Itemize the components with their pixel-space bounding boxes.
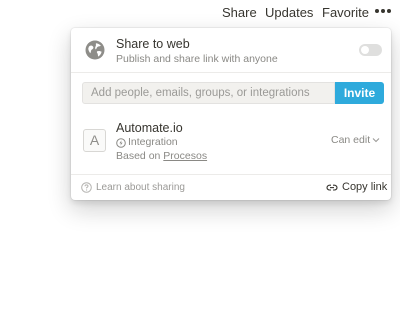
member-role-select[interactable]: Can edit: [331, 134, 370, 146]
favorite-button[interactable]: Favorite: [322, 5, 369, 20]
top-bar: Share Updates Favorite: [0, 0, 400, 26]
more-options-icon[interactable]: [375, 6, 391, 16]
share-to-web-toggle[interactable]: [359, 44, 382, 56]
integration-icon: [116, 138, 126, 148]
based-on-prefix: Based on: [116, 150, 161, 162]
share-to-web-subtitle: Publish and share link with anyone: [116, 53, 278, 65]
share-menu: Share to web Publish and share link with…: [71, 28, 391, 200]
chevron-down-icon[interactable]: [372, 137, 380, 143]
divider: [71, 72, 391, 73]
share-button[interactable]: Share: [222, 5, 257, 20]
share-to-web-title: Share to web: [116, 37, 190, 51]
invite-button[interactable]: Invite: [335, 82, 384, 104]
member-name: Automate.io: [116, 121, 183, 135]
copy-link-button[interactable]: Copy link: [342, 181, 387, 193]
learn-about-sharing-link[interactable]: Learn about sharing: [96, 182, 185, 193]
based-on-link[interactable]: Procesos: [163, 150, 207, 162]
divider: [71, 174, 391, 175]
share-to-web-row[interactable]: Share to web Publish and share link with…: [71, 28, 391, 72]
member-avatar: A: [83, 129, 106, 152]
updates-button[interactable]: Updates: [265, 5, 313, 20]
link-icon[interactable]: [326, 182, 338, 193]
member-type: Integration: [128, 136, 178, 148]
help-circle-icon[interactable]: [81, 182, 92, 193]
toggle-knob: [361, 46, 369, 54]
globe-icon: [85, 40, 105, 60]
invite-input[interactable]: [82, 82, 335, 104]
member-based-on: Based on Procesos: [116, 150, 207, 162]
